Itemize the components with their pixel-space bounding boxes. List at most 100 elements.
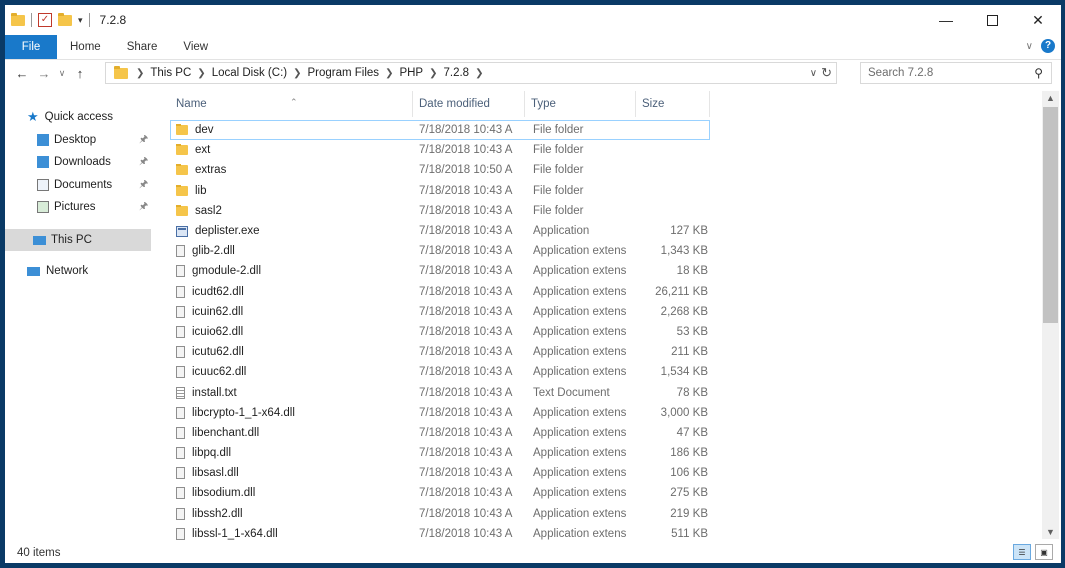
scroll-up-arrow-icon[interactable]: ▲ [1042,91,1059,105]
folder-icon [176,204,188,216]
file-name-cell: libssl-1_1-x64.dll [170,527,415,540]
breadcrumb-7-2-8[interactable]: 7.2.8 [444,67,470,79]
nav-item-documents[interactable]: Documents 🖈 [37,174,155,196]
file-row[interactable]: gmodule-2.dll 7/18/2018 10:43 A Applicatio… [170,261,710,281]
file-type: File folder [533,164,584,177]
properties-icon[interactable]: ✓ [38,13,52,27]
file-type: Application extens [533,467,627,480]
column-header-name[interactable]: Name ⌃ [170,91,413,117]
file-row[interactable]: libssl-1_1-x64.dll 7/18/2018 10:43 A Appli… [170,524,710,544]
breadcrumb-php[interactable]: PHP [399,67,423,79]
file-row[interactable]: icudt62.dll 7/18/2018 10:43 A Application … [170,282,710,302]
file-name: gmodule-2.dll [192,265,262,278]
vertical-scrollbar[interactable]: ▲ ▼ [1042,91,1059,539]
pin-icon[interactable]: 🖈 [139,199,148,216]
file-row[interactable]: ext 7/18/2018 10:43 A File folder [170,140,710,160]
column-header-type[interactable]: Type [525,91,636,117]
file-date-modified: 7/18/2018 10:43 A [419,447,513,460]
close-button[interactable]: ✕ [1015,5,1061,35]
breadcrumb-local-disk[interactable]: Local Disk (C:) [212,67,287,79]
up-arrow-icon[interactable]: ↑ [69,66,91,81]
chevron-right-icon[interactable]: ❯ [385,68,393,79]
file-row[interactable]: libpq.dll 7/18/2018 10:43 A Application ex… [170,443,710,463]
dll-icon [176,527,185,540]
nav-item-pictures[interactable]: Pictures 🖈 [37,196,155,218]
nav-item-downloads[interactable]: Downloads 🖈 [37,151,155,173]
file-row[interactable]: libssh2.dll 7/18/2018 10:43 A Application … [170,504,710,524]
pin-icon[interactable]: 🖈 [139,132,148,149]
minimize-button[interactable]: — [923,5,969,35]
search-input[interactable]: Search 7.2.8 [868,67,1034,79]
address-bar[interactable]: ❯ This PC ❯ Local Disk (C:) ❯ Program Fi… [105,62,837,84]
file-name: icuuc62.dll [192,366,247,379]
file-row[interactable]: icuuc62.dll 7/18/2018 10:43 A Application … [170,362,710,382]
file-row[interactable]: icutu62.dll 7/18/2018 10:43 A Application … [170,342,710,362]
large-icons-view-icon[interactable]: ▣ [1035,544,1053,560]
tab-share[interactable]: Share [114,35,171,59]
file-date-modified: 7/18/2018 10:43 A [419,265,513,278]
details-view-icon[interactable]: ☰ [1013,544,1031,560]
file-row[interactable]: dev 7/18/2018 10:43 A File folder [170,120,710,141]
chevron-right-icon[interactable]: ❯ [475,68,483,79]
file-row[interactable]: extras 7/18/2018 10:50 A File folder [170,160,710,180]
recent-locations-chevron-icon[interactable]: ∨ [55,68,69,79]
file-row[interactable]: sasl2 7/18/2018 10:43 A File folder [170,201,710,221]
file-date-modified: 7/18/2018 10:43 A [419,386,513,399]
file-date-modified: 7/18/2018 10:43 A [419,467,513,480]
tab-view[interactable]: View [170,35,221,59]
nav-item-label: Downloads [54,156,111,168]
scroll-down-arrow-icon[interactable]: ▼ [1042,525,1059,539]
file-row[interactable]: glib-2.dll 7/18/2018 10:43 A Application e… [170,241,710,261]
breadcrumb-this-pc[interactable]: This PC [150,67,191,79]
file-row[interactable]: libsasl.dll 7/18/2018 10:43 A Application … [170,463,710,483]
file-name-cell: libenchant.dll [170,426,415,439]
folder-icon [176,144,188,156]
help-icon[interactable]: ? [1041,39,1055,53]
customize-toolbar-chevron-icon[interactable]: ▾ [78,15,83,26]
forward-arrow-icon[interactable]: → [33,66,55,81]
file-row[interactable]: deplister.exe 7/18/2018 10:43 A Applicatio… [170,221,710,241]
maximize-button[interactable] [969,5,1015,35]
file-row[interactable]: icuio62.dll 7/18/2018 10:43 A Application … [170,322,710,342]
address-history-chevron-icon[interactable]: ∨ [810,68,817,79]
refresh-icon[interactable]: ↻ [821,65,832,81]
column-headers: Name ⌃ Date modified Type Size [170,91,710,117]
desktop-icon [37,134,49,146]
search-box[interactable]: Search 7.2.8 ⚲ [860,62,1052,84]
file-row[interactable]: icuin62.dll 7/18/2018 10:43 A Application … [170,302,710,322]
scrollbar-thumb[interactable] [1043,107,1058,323]
tab-file[interactable]: File [5,35,57,59]
chevron-right-icon[interactable]: ❯ [197,68,205,79]
chevron-right-icon[interactable]: ❯ [293,68,301,79]
nav-item-network[interactable]: Network [27,260,155,282]
nav-quick-access[interactable]: ★ Quick access [27,106,155,128]
column-header-date[interactable]: Date modified [413,91,525,117]
file-row[interactable]: install.txt 7/18/2018 10:43 A Text Documen… [170,382,710,402]
back-arrow-icon[interactable]: ← [11,66,33,81]
file-row[interactable]: libsodium.dll 7/18/2018 10:43 A Applicatio… [170,483,710,503]
nav-item-desktop[interactable]: Desktop 🖈 [37,129,155,151]
file-date-modified: 7/18/2018 10:43 A [419,487,513,500]
chevron-right-icon[interactable]: ❯ [429,68,437,79]
search-icon[interactable]: ⚲ [1034,66,1043,80]
breadcrumb-program-files[interactable]: Program Files [307,67,379,79]
file-name: ext [195,144,211,157]
tab-home[interactable]: Home [57,35,114,59]
file-row[interactable]: libcrypto-1_1-x64.dll 7/18/2018 10:43 A Ap… [170,403,710,423]
file-row[interactable]: libenchant.dll 7/18/2018 10:43 A Applicati… [170,423,710,443]
nav-item-label: Documents [54,179,113,191]
file-row[interactable]: lib 7/18/2018 10:43 A File folder [170,181,710,201]
file-name: lib [195,184,207,197]
pin-icon[interactable]: 🖈 [139,154,148,171]
column-header-size[interactable]: Size [636,91,710,117]
file-type: Application extens [533,285,627,298]
file-date-modified: 7/18/2018 10:43 A [419,366,513,379]
chevron-right-icon[interactable]: ❯ [136,68,144,79]
folder-icon[interactable] [11,12,25,26]
file-size: 47 KB [676,426,708,439]
expand-ribbon-chevron-icon[interactable]: ∨ [1026,41,1033,52]
new-folder-icon[interactable] [58,12,72,26]
nav-item-this-pc[interactable]: This PC [5,229,151,251]
file-size: 127 KB [670,225,708,238]
pin-icon[interactable]: 🖈 [139,177,148,194]
